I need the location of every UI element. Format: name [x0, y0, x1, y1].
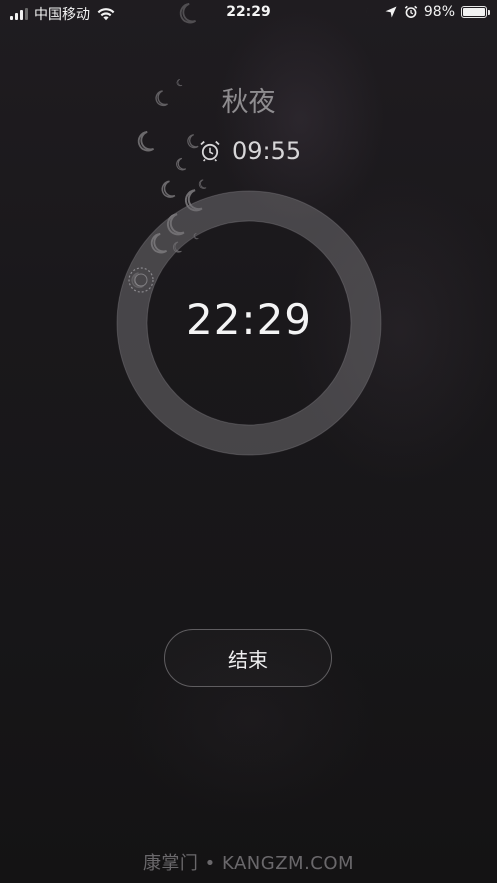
moon-icon — [187, 134, 199, 149]
end-button[interactable]: 结束 — [164, 629, 332, 687]
current-time: 22:29 — [185, 295, 313, 344]
moon-icon — [176, 157, 187, 171]
alarm-clock-icon — [200, 140, 220, 162]
status-right: 98% — [364, 4, 490, 20]
location-icon — [385, 6, 397, 18]
sleep-title: 秋夜 — [221, 87, 276, 118]
watermark: 康掌门 • KANGZM.COM — [142, 853, 355, 874]
moon-icon — [198, 179, 207, 189]
moon-icon — [366, 6, 374, 17]
status-bar: 中国移动 22:29 98% — [0, 0, 497, 26]
alarm-icon — [404, 5, 418, 18]
battery-fill — [463, 8, 485, 16]
battery-percent: 98% — [423, 4, 455, 20]
alarm-time: 09:55 — [232, 137, 302, 165]
moon-icon — [137, 130, 155, 152]
battery-icon — [461, 6, 490, 18]
alarm-row: 09:55 — [198, 137, 301, 165]
